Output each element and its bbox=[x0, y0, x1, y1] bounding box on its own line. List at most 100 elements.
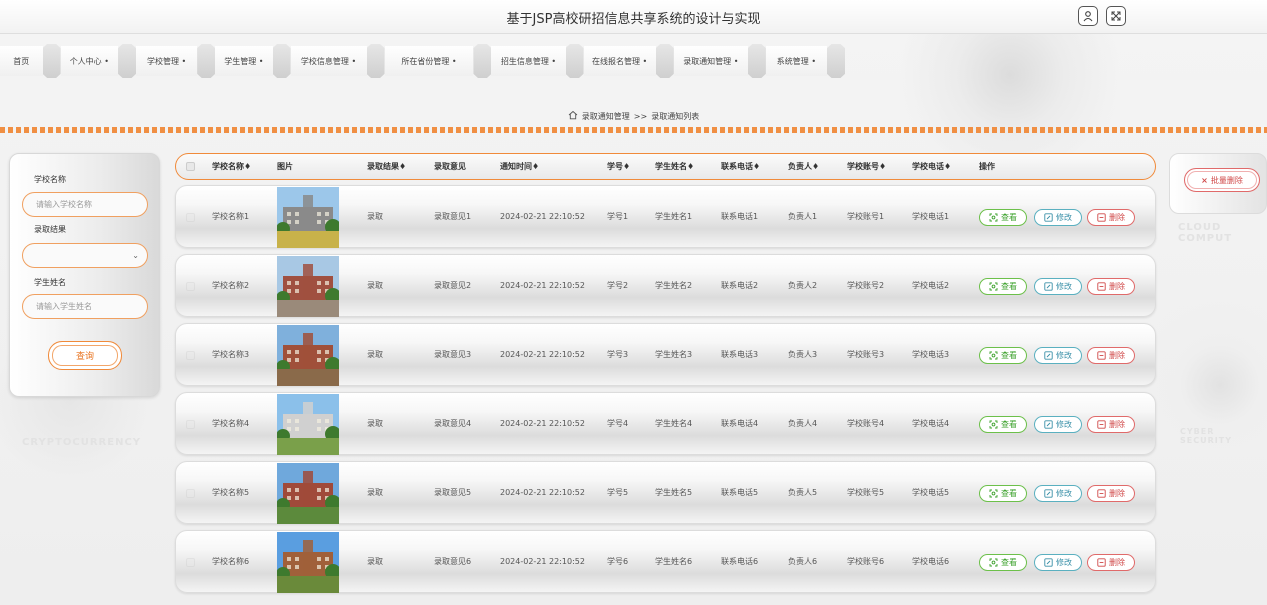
view-button[interactable]: 查看 bbox=[979, 554, 1027, 571]
school-image[interactable] bbox=[276, 325, 341, 386]
edit-button[interactable]: 修改 bbox=[1034, 347, 1082, 364]
column-header-school-account[interactable]: 学校账号♦ bbox=[847, 154, 886, 179]
edit-button[interactable]: 修改 bbox=[1034, 209, 1082, 226]
school-image[interactable] bbox=[276, 256, 341, 317]
table-row: 学校名称1 录取 录取意见1 2024-02-21 22:10:52 学号1 学生姓名1 联… bbox=[175, 185, 1156, 248]
nav-item-student-management[interactable]: 学生管理 • bbox=[215, 46, 273, 76]
column-header-student-id[interactable]: 学号♦ bbox=[607, 154, 630, 179]
cell-student-id: 学号4 bbox=[607, 419, 629, 428]
column-header-notice-time[interactable]: 通知时间♦ bbox=[500, 154, 539, 179]
row-checkbox[interactable] bbox=[186, 282, 195, 291]
view-button[interactable]: 查看 bbox=[979, 347, 1027, 364]
home-icon[interactable] bbox=[568, 110, 578, 122]
row-checkbox[interactable] bbox=[186, 489, 195, 498]
column-header-school-name[interactable]: 学校名称♦ bbox=[212, 154, 251, 179]
delete-button[interactable]: 删除 bbox=[1087, 209, 1135, 226]
main-nav: 首页 个人中心 • 学校管理 • 学生管理 • 学校信息管理 • 所在省份管理 • 招生信息… bbox=[0, 44, 845, 78]
nav-separator bbox=[118, 44, 137, 78]
cell-school-name: 学校名称5 bbox=[212, 488, 250, 497]
view-icon bbox=[989, 420, 998, 429]
nav-item-admission-notice-management[interactable]: 录取通知管理 • bbox=[673, 46, 748, 76]
cell-student-name: 学生姓名4 bbox=[655, 419, 693, 428]
edit-button[interactable]: 修改 bbox=[1034, 485, 1082, 502]
batch-panel: × 批量删除 bbox=[1169, 153, 1267, 214]
school-image[interactable] bbox=[276, 463, 341, 524]
nav-item-enrollment-info-management[interactable]: 招生信息管理 • bbox=[491, 46, 566, 76]
school-image[interactable] bbox=[276, 394, 341, 455]
breadcrumb-parent[interactable]: 录取通知管理 bbox=[582, 111, 630, 122]
cell-admission-result: 录取 bbox=[367, 419, 383, 428]
delete-icon bbox=[1097, 558, 1106, 567]
view-icon bbox=[989, 282, 998, 291]
nav-item-personal-center[interactable]: 个人中心 • bbox=[60, 46, 119, 76]
view-button[interactable]: 查看 bbox=[979, 485, 1027, 502]
school-name-input[interactable]: 请输入学校名称 bbox=[22, 192, 148, 217]
student-name-input[interactable]: 请输入学生姓名 bbox=[22, 294, 148, 319]
delete-button[interactable]: 删除 bbox=[1087, 554, 1135, 571]
delete-icon bbox=[1097, 213, 1106, 222]
column-header-actions: 操作 bbox=[979, 162, 995, 171]
nav-item-school-management[interactable]: 学校管理 • bbox=[136, 46, 198, 76]
nav-item-province-management[interactable]: 所在省份管理 • bbox=[384, 46, 474, 76]
edit-icon bbox=[1044, 558, 1053, 567]
table-row: 学校名称5 录取 录取意见5 2024-02-21 22:10:52 学号5 学生姓名5 联… bbox=[175, 461, 1156, 524]
cell-school-name: 学校名称1 bbox=[212, 212, 250, 221]
row-checkbox[interactable] bbox=[186, 558, 195, 567]
admission-result-select[interactable]: ⌄ bbox=[22, 243, 148, 268]
cell-notice-time: 2024-02-21 22:10:52 bbox=[500, 557, 585, 566]
column-header-phone[interactable]: 联系电话♦ bbox=[721, 154, 760, 179]
column-header-admission-result[interactable]: 录取结果♦ bbox=[367, 154, 406, 179]
view-button[interactable]: 查看 bbox=[979, 416, 1027, 433]
cell-notice-time: 2024-02-21 22:10:52 bbox=[500, 212, 585, 221]
row-checkbox[interactable] bbox=[186, 213, 195, 222]
school-image[interactable] bbox=[276, 532, 341, 593]
edit-button[interactable]: 修改 bbox=[1034, 416, 1082, 433]
cell-student-id: 学号1 bbox=[607, 212, 629, 221]
breadcrumb-current: 录取通知列表 bbox=[651, 111, 700, 121]
delete-button[interactable]: 删除 bbox=[1087, 485, 1135, 502]
delete-button[interactable]: 删除 bbox=[1087, 416, 1135, 433]
search-button[interactable]: 查询 bbox=[48, 341, 122, 370]
edit-button[interactable]: 修改 bbox=[1034, 554, 1082, 571]
view-icon bbox=[989, 489, 998, 498]
table-header: 学校名称♦ 图片 录取结果♦ 录取意见 通知时间♦ 学号♦ 学生姓名♦ 联系电话♦ 负责人♦ 学校… bbox=[175, 153, 1156, 180]
row-checkbox[interactable] bbox=[186, 351, 195, 360]
delete-icon bbox=[1097, 420, 1106, 429]
cell-notice-time: 2024-02-21 22:10:52 bbox=[500, 419, 585, 428]
delete-button-label: 删除 bbox=[1109, 351, 1125, 360]
cell-student-name: 学生姓名5 bbox=[655, 488, 693, 497]
nav-item-online-registration-management[interactable]: 在线报名管理 • bbox=[583, 46, 656, 76]
column-header-school-phone[interactable]: 学校电话♦ bbox=[912, 154, 951, 179]
view-button[interactable]: 查看 bbox=[979, 278, 1027, 295]
nav-item-school-info-management[interactable]: 学校信息管理 • bbox=[290, 46, 367, 76]
user-icon[interactable] bbox=[1078, 6, 1098, 26]
cell-phone: 联系电话5 bbox=[721, 488, 759, 497]
edit-icon bbox=[1044, 282, 1053, 291]
row-checkbox[interactable] bbox=[186, 420, 195, 429]
view-icon bbox=[989, 213, 998, 222]
column-header-person-in-charge[interactable]: 负责人♦ bbox=[788, 154, 819, 179]
fullscreen-icon[interactable] bbox=[1106, 6, 1126, 26]
view-button[interactable]: 查看 bbox=[979, 209, 1027, 226]
column-header-student-name[interactable]: 学生姓名♦ bbox=[655, 154, 694, 179]
edit-button[interactable]: 修改 bbox=[1034, 278, 1082, 295]
school-image[interactable] bbox=[276, 187, 341, 248]
view-button-label: 查看 bbox=[1001, 489, 1017, 498]
nav-item-home[interactable]: 首页 bbox=[0, 46, 43, 76]
view-button-label: 查看 bbox=[1001, 420, 1017, 429]
nav-separator bbox=[565, 44, 584, 78]
cell-notice-time: 2024-02-21 22:10:52 bbox=[500, 281, 585, 290]
nav-item-system-management[interactable]: 系统管理 • bbox=[765, 46, 827, 76]
cell-school-account: 学校账号5 bbox=[847, 488, 885, 497]
cell-phone: 联系电话3 bbox=[721, 350, 759, 359]
delete-button[interactable]: 删除 bbox=[1087, 278, 1135, 295]
edit-icon bbox=[1044, 489, 1053, 498]
cell-person-in-charge: 负责人5 bbox=[788, 488, 818, 497]
cell-admission-opinion: 录取意见3 bbox=[434, 350, 472, 359]
delete-button[interactable]: 删除 bbox=[1087, 347, 1135, 364]
batch-delete-button[interactable]: × 批量删除 bbox=[1184, 168, 1260, 192]
app-title: 基于JSP高校研招信息共享系统的设计与实现 bbox=[506, 12, 761, 27]
edit-icon bbox=[1044, 213, 1053, 222]
delete-icon bbox=[1097, 282, 1106, 291]
select-all-checkbox[interactable] bbox=[186, 162, 195, 171]
